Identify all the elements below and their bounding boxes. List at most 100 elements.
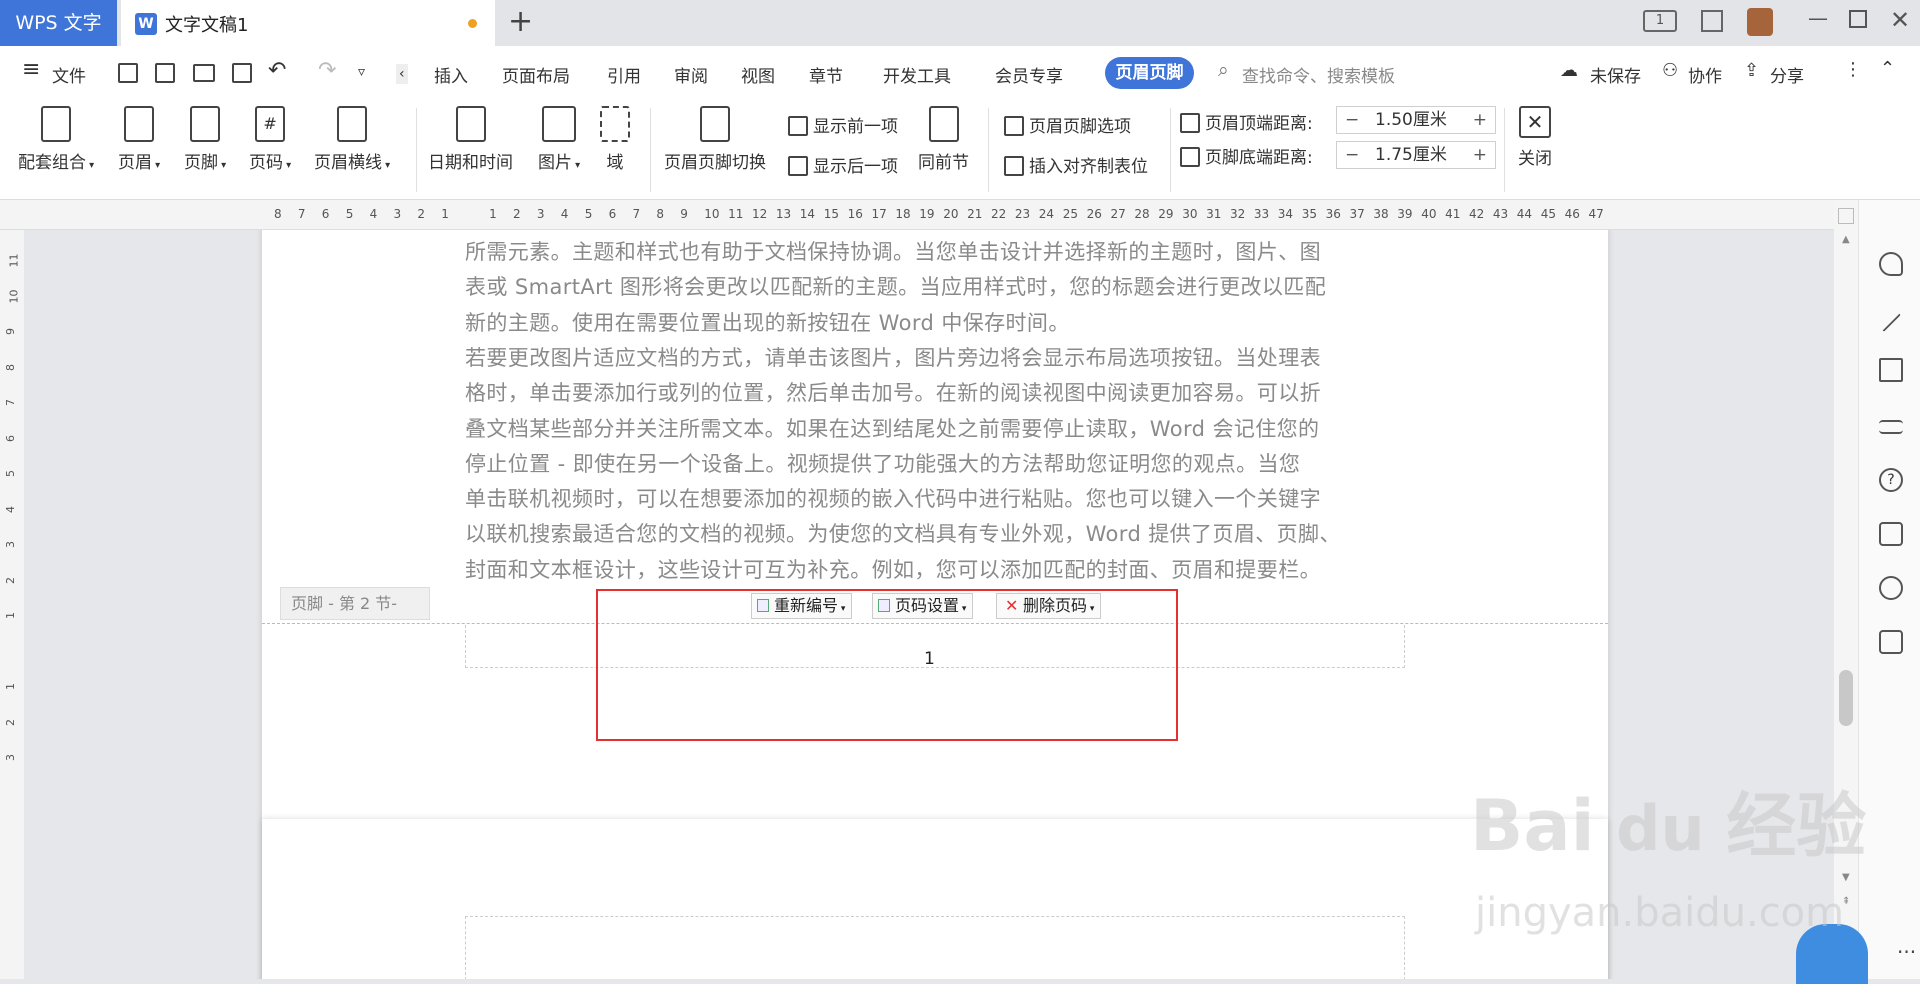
header-footer-options-button[interactable]: 页眉页脚选项: [1004, 112, 1131, 137]
ruler-tick-label: 2: [4, 718, 17, 726]
decrement-button[interactable]: −: [1345, 142, 1359, 168]
tab-header-footer[interactable]: 页眉页脚: [1105, 57, 1194, 89]
ruler-toggle-icon[interactable]: [1838, 208, 1854, 224]
unsaved-status[interactable]: 未保存: [1590, 62, 1641, 87]
ruler-tick-label: 43: [1492, 207, 1509, 221]
menu-file[interactable]: 文件: [52, 62, 86, 87]
header-area[interactable]: [465, 916, 1405, 979]
decrement-button[interactable]: −: [1345, 107, 1359, 133]
help-icon[interactable]: ?: [1879, 468, 1903, 492]
footer-bottom-distance-value[interactable]: 1.75厘米: [1375, 142, 1447, 168]
horizontal-ruler[interactable]: 8 7 6 5 4 3 2 1 1 2 3 4 5 6 7 8 9 10 11 12 13 14 15 16 17 18 19 20 2…: [0, 200, 1920, 230]
page-number-button[interactable]: # 页码 ▾: [249, 106, 291, 173]
increment-button[interactable]: +: [1473, 107, 1487, 133]
collaborate-button[interactable]: 协作: [1688, 62, 1722, 87]
document-text-line[interactable]: 表或 SmartArt 图形将会更改以匹配新的主题。当应用样式时，您的标题会进行…: [465, 270, 1405, 305]
document-text-line[interactable]: 新的主题。使用在需要位置出现的新按钮在 Word 中保存时间。: [465, 306, 1405, 341]
ruler-tick-label: 3: [393, 207, 402, 221]
document-text-line[interactable]: 以联机搜索最适合您的文档的视频。为使您的文档具有专业外观，Word 提供了页眉、…: [465, 517, 1405, 552]
show-next-button[interactable]: 显示后一项: [788, 152, 898, 177]
export-icon[interactable]: [155, 63, 175, 83]
close-header-footer-button[interactable]: ✕ 关闭: [1518, 106, 1552, 169]
switch-header-footer-button[interactable]: 页眉页脚切换: [664, 106, 766, 173]
sliders-icon[interactable]: [1879, 420, 1903, 434]
scroll-left-icon[interactable]: ‹: [396, 64, 408, 84]
document-text-line[interactable]: 格时，单击要添加行或列的位置，然后单击加号。在新的阅读视图中阅读更加容易。可以折: [465, 376, 1405, 411]
document-text-line[interactable]: 单击联机视频时，可以在想要添加的视频的嵌入代码中进行粘贴。您也可以键入一个关键字: [465, 482, 1405, 517]
datetime-button[interactable]: 日期和时间: [428, 106, 513, 173]
header-line-button[interactable]: 页眉横线 ▾: [314, 106, 390, 173]
show-previous-button[interactable]: 显示前一项: [788, 112, 898, 137]
save-icon[interactable]: [118, 63, 138, 83]
same-as-previous-label: 同前节: [918, 153, 969, 173]
header-button[interactable]: 页眉 ▾: [118, 106, 160, 173]
divider: [650, 108, 651, 192]
menu-chapter[interactable]: 章节: [809, 62, 843, 87]
menu-developer[interactable]: 开发工具: [883, 62, 951, 87]
unsaved-dot-icon: [468, 19, 477, 28]
page-view-icon[interactable]: 1: [1643, 10, 1677, 32]
scrollbar-thumb[interactable]: [1839, 670, 1853, 726]
menu-page-layout[interactable]: 页面布局: [502, 62, 570, 87]
image-edit-icon[interactable]: [1879, 522, 1903, 546]
insert-align-tab-label: 插入对齐制表位: [1029, 157, 1148, 177]
redo-icon[interactable]: ↷: [318, 58, 336, 83]
wps-app-tab[interactable]: WPS 文字: [0, 0, 117, 46]
vertical-ruler[interactable]: 11 10 9 8 7 6 5 4 3 2 1 1 2 3: [0, 230, 24, 979]
document-text-line[interactable]: 停止位置 - 即使在另一个设备上。视频提供了功能强大的方法帮助您证明您的观点。当…: [465, 447, 1405, 482]
undo-icon[interactable]: ↶: [268, 58, 286, 83]
more-icon[interactable]: ···: [1897, 940, 1916, 964]
ruler-tick-label: 6: [321, 207, 330, 221]
share-button[interactable]: 分享: [1770, 62, 1804, 87]
document-text-line[interactable]: 叠文档某些部分并关注所需文本。如果在达到结尾处之前需要停止读取，Word 会记住…: [465, 412, 1405, 447]
print-icon[interactable]: [193, 64, 215, 82]
ruler-tick-label: 36: [1325, 207, 1341, 221]
picture-button[interactable]: 图片 ▾: [538, 106, 580, 173]
show-next-label: 显示后一项: [813, 157, 898, 177]
ruler-tick-label: 20: [943, 207, 959, 221]
hamburger-menu-icon[interactable]: ≡: [22, 57, 40, 82]
ruler-tick-label: 6: [608, 207, 617, 221]
header-top-distance-stepper[interactable]: − 1.50厘米 +: [1336, 106, 1496, 134]
same-as-previous-button[interactable]: 同前节: [918, 106, 969, 173]
header-top-distance-value[interactable]: 1.50厘米: [1375, 107, 1447, 133]
title-bar: WPS 文字 W 文字文稿1 + 1 — ✕: [0, 0, 1920, 46]
document-text-line[interactable]: 封面和文本框设计，这些设计可互为补充。例如，您可以添加匹配的封面、页眉和提要栏。: [465, 553, 1405, 588]
menu-insert[interactable]: 插入: [434, 62, 468, 87]
document-text-line[interactable]: 所需元素。主题和样式也有助于文档保持协调。当您单击设计并选择新的主题时，图片、图: [465, 235, 1405, 270]
menu-references[interactable]: 引用: [607, 62, 641, 87]
insert-align-tab-button[interactable]: 插入对齐制表位: [1004, 152, 1148, 177]
menu-view[interactable]: 视图: [741, 62, 775, 87]
print-preview-icon[interactable]: [232, 63, 252, 83]
search-input[interactable]: 查找命令、搜索模板: [1242, 62, 1395, 87]
cursor-icon[interactable]: [1879, 358, 1903, 382]
grid-apps-icon[interactable]: [1701, 10, 1723, 32]
minimize-icon[interactable]: —: [1808, 6, 1828, 30]
scroll-down-icon[interactable]: ▼: [1842, 872, 1850, 883]
field-button[interactable]: 域: [600, 106, 630, 173]
menu-membership[interactable]: 会员专享: [995, 62, 1063, 87]
restore-icon[interactable]: [1849, 10, 1867, 28]
avatar[interactable]: [1747, 8, 1773, 36]
ruler-tick-label: 5: [345, 207, 354, 221]
lightning-icon[interactable]: [1879, 576, 1903, 600]
ruler-tick-label: 9: [4, 328, 17, 335]
rocket-icon[interactable]: [1879, 252, 1903, 276]
close-window-icon[interactable]: ✕: [1890, 6, 1910, 34]
collapse-ribbon-icon[interactable]: ⌃: [1880, 58, 1895, 79]
pen-icon[interactable]: [1881, 312, 1901, 332]
scroll-up-icon[interactable]: ▲: [1842, 234, 1850, 245]
increment-button[interactable]: +: [1473, 142, 1487, 168]
menu-review[interactable]: 审阅: [674, 62, 708, 87]
ruler-tick-label: 6: [4, 434, 17, 442]
document-tab[interactable]: W 文字文稿1: [121, 0, 495, 46]
book-search-icon[interactable]: [1879, 630, 1903, 654]
footer-button[interactable]: 页脚 ▾: [184, 106, 226, 173]
ruler-tick-label: 15: [823, 207, 839, 221]
more-options-icon[interactable]: ⋮: [1844, 59, 1862, 80]
combo-button[interactable]: 配套组合 ▾: [18, 106, 94, 173]
footer-bottom-distance-stepper[interactable]: − 1.75厘米 +: [1336, 141, 1496, 169]
document-text-line[interactable]: 若要更改图片适应文档的方式，请单击该图片，图片旁边将会显示布局选项按钮。当处理表: [465, 341, 1405, 376]
quick-access-dropdown-icon[interactable]: ▿: [358, 64, 365, 80]
new-tab-button[interactable]: +: [508, 6, 533, 38]
